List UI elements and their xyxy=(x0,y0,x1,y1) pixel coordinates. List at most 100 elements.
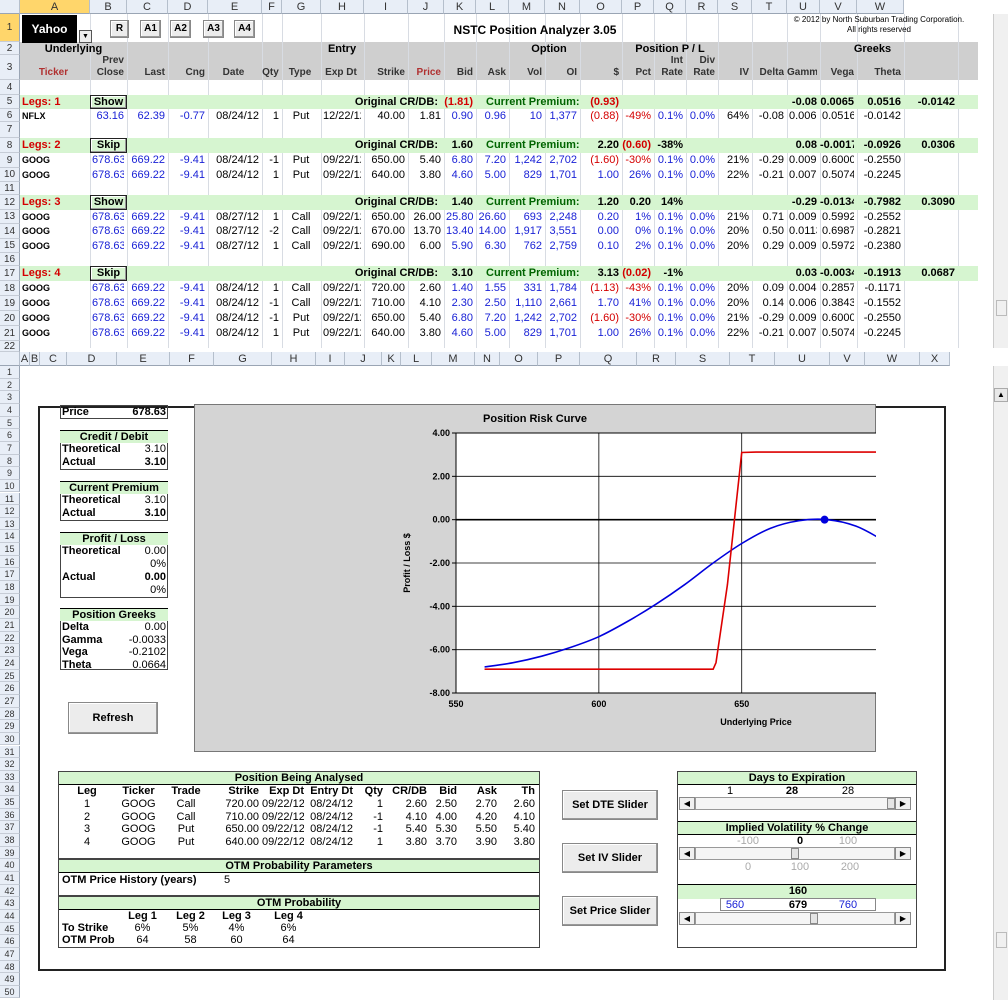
row-header-bottom-46[interactable]: 46 xyxy=(0,935,20,948)
top-button-a3[interactable]: A3 xyxy=(203,20,224,38)
column-header-bottom-e[interactable]: E xyxy=(117,352,170,366)
column-header-bottom-f[interactable]: F xyxy=(170,352,214,366)
row-header-bottom-34[interactable]: 34 xyxy=(0,783,20,797)
row-header-bottom-20[interactable]: 20 xyxy=(0,606,20,619)
slider-left-arrow-icon[interactable]: ◀ xyxy=(679,912,695,925)
column-header-bottom-q[interactable]: Q xyxy=(580,352,637,366)
row-header-bottom-27[interactable]: 27 xyxy=(0,694,20,708)
column-header-bottom-m[interactable]: M xyxy=(432,352,475,366)
row-header-bottom-9[interactable]: 9 xyxy=(0,467,20,480)
row-header-bottom-18[interactable]: 18 xyxy=(0,581,20,594)
top-button-a1[interactable]: A1 xyxy=(140,20,161,38)
set-dte-slider-button[interactable]: Set DTE Slider xyxy=(562,790,658,820)
row-header-bottom-4[interactable]: 4 xyxy=(0,403,20,417)
set-price-slider-button[interactable]: Set Price Slider xyxy=(562,896,658,926)
row-header-bottom-13[interactable]: 13 xyxy=(0,517,20,531)
column-header-e[interactable]: E xyxy=(208,0,262,14)
row-header-14[interactable]: 14 xyxy=(0,224,20,239)
column-header-o[interactable]: O xyxy=(580,0,622,14)
column-header-a[interactable]: A xyxy=(20,0,90,14)
column-header-c[interactable]: C xyxy=(127,0,168,14)
row-header-17[interactable]: 17 xyxy=(0,266,20,281)
column-header-j[interactable]: J xyxy=(408,0,444,14)
column-header-bottom-h[interactable]: H xyxy=(272,352,316,366)
row-header-bottom-37[interactable]: 37 xyxy=(0,821,20,835)
row-header-6[interactable]: 6 xyxy=(0,109,20,122)
row-header-3[interactable]: 3 xyxy=(0,55,20,80)
column-header-b[interactable]: B xyxy=(90,0,127,14)
row-header-bottom-48[interactable]: 48 xyxy=(0,960,20,974)
row-header-bottom-1[interactable]: 1 xyxy=(0,366,20,379)
row-header-bottom-28[interactable]: 28 xyxy=(0,707,20,721)
row-header-21[interactable]: 21 xyxy=(0,326,20,341)
dte-slider-track[interactable] xyxy=(695,797,895,810)
column-header-u[interactable]: U xyxy=(787,0,820,14)
column-header-bottom-l[interactable]: L xyxy=(401,352,432,366)
row-header-bottom-31[interactable]: 31 xyxy=(0,745,20,759)
column-header-bottom-u[interactable]: U xyxy=(775,352,830,366)
refresh-button[interactable]: Refresh xyxy=(68,702,158,734)
scroll-grip-icon[interactable] xyxy=(996,300,1007,316)
row-header-bottom-21[interactable]: 21 xyxy=(0,619,20,632)
row-header-bottom-41[interactable]: 41 xyxy=(0,872,20,885)
column-header-g[interactable]: G xyxy=(282,0,321,14)
row-header-bottom-38[interactable]: 38 xyxy=(0,834,20,847)
row-header-20[interactable]: 20 xyxy=(0,311,20,326)
row-header-19[interactable]: 19 xyxy=(0,296,20,311)
column-header-i[interactable]: I xyxy=(364,0,408,14)
slider-right-arrow-icon[interactable]: ▶ xyxy=(895,912,911,925)
row-header-bottom-47[interactable]: 47 xyxy=(0,947,20,961)
top-button-r[interactable]: R xyxy=(110,20,129,38)
row-header-bottom-12[interactable]: 12 xyxy=(0,505,20,518)
otm-history-value[interactable]: 5 xyxy=(224,874,254,886)
top-scrollbar[interactable] xyxy=(993,14,1008,348)
column-header-m[interactable]: M xyxy=(509,0,545,14)
leg-toggle-button[interactable]: Show xyxy=(90,95,127,109)
row-header-bottom-45[interactable]: 45 xyxy=(0,922,20,936)
leg-toggle-button[interactable]: Skip xyxy=(90,138,127,153)
row-header-bottom-42[interactable]: 42 xyxy=(0,884,20,898)
row-header-10[interactable]: 10 xyxy=(0,168,20,182)
row-header-bottom-22[interactable]: 22 xyxy=(0,631,20,645)
column-header-bottom-o[interactable]: O xyxy=(500,352,538,366)
column-header-bottom-p[interactable]: P xyxy=(538,352,580,366)
row-header-11[interactable]: 11 xyxy=(0,182,20,195)
column-header-bottom-g[interactable]: G xyxy=(214,352,272,366)
column-header-s[interactable]: S xyxy=(718,0,752,14)
set-iv-slider-button[interactable]: Set IV Slider xyxy=(562,843,658,873)
row-header-bottom-30[interactable]: 30 xyxy=(0,732,20,746)
top-button-a4[interactable]: A4 xyxy=(234,20,255,38)
row-header-7[interactable]: 7 xyxy=(0,122,20,138)
row-header-bottom-25[interactable]: 25 xyxy=(0,669,20,683)
row-header-bottom-33[interactable]: 33 xyxy=(0,770,20,784)
column-header-bottom-t[interactable]: T xyxy=(730,352,775,366)
row-header-2[interactable]: 2 xyxy=(0,42,20,55)
column-header-bottom-k[interactable]: K xyxy=(382,352,401,366)
source-dropdown[interactable]: Yahoo xyxy=(22,15,77,43)
row-header-bottom-8[interactable]: 8 xyxy=(0,454,20,468)
row-header-bottom-35[interactable]: 35 xyxy=(0,796,20,809)
row-header-bottom-26[interactable]: 26 xyxy=(0,682,20,695)
column-header-bottom-c[interactable]: C xyxy=(40,352,67,366)
row-header-bottom-49[interactable]: 49 xyxy=(0,973,20,986)
row-header-16[interactable]: 16 xyxy=(0,253,20,266)
row-header-9[interactable]: 9 xyxy=(0,153,20,168)
column-header-bottom-n[interactable]: N xyxy=(475,352,500,366)
row-header-4[interactable]: 4 xyxy=(0,80,20,95)
scroll-up-icon[interactable]: ▲ xyxy=(994,388,1008,402)
column-header-v[interactable]: V xyxy=(820,0,857,14)
column-header-n[interactable]: N xyxy=(545,0,580,14)
column-header-q[interactable]: Q xyxy=(654,0,686,14)
column-header-p[interactable]: P xyxy=(622,0,654,14)
row-header-bottom-24[interactable]: 24 xyxy=(0,656,20,670)
row-header-bottom-11[interactable]: 11 xyxy=(0,492,20,506)
column-header-t[interactable]: T xyxy=(752,0,787,14)
row-header-1[interactable]: 1 xyxy=(0,14,20,42)
row-header-5[interactable]: 5 xyxy=(0,95,20,109)
row-header-bottom-2[interactable]: 2 xyxy=(0,378,20,392)
slider-right-arrow-icon[interactable]: ▶ xyxy=(895,797,911,810)
row-header-bottom-3[interactable]: 3 xyxy=(0,391,20,404)
leg-toggle-button[interactable]: Skip xyxy=(90,266,127,281)
scroll-grip-icon[interactable] xyxy=(996,932,1007,948)
row-header-bottom-15[interactable]: 15 xyxy=(0,543,20,556)
